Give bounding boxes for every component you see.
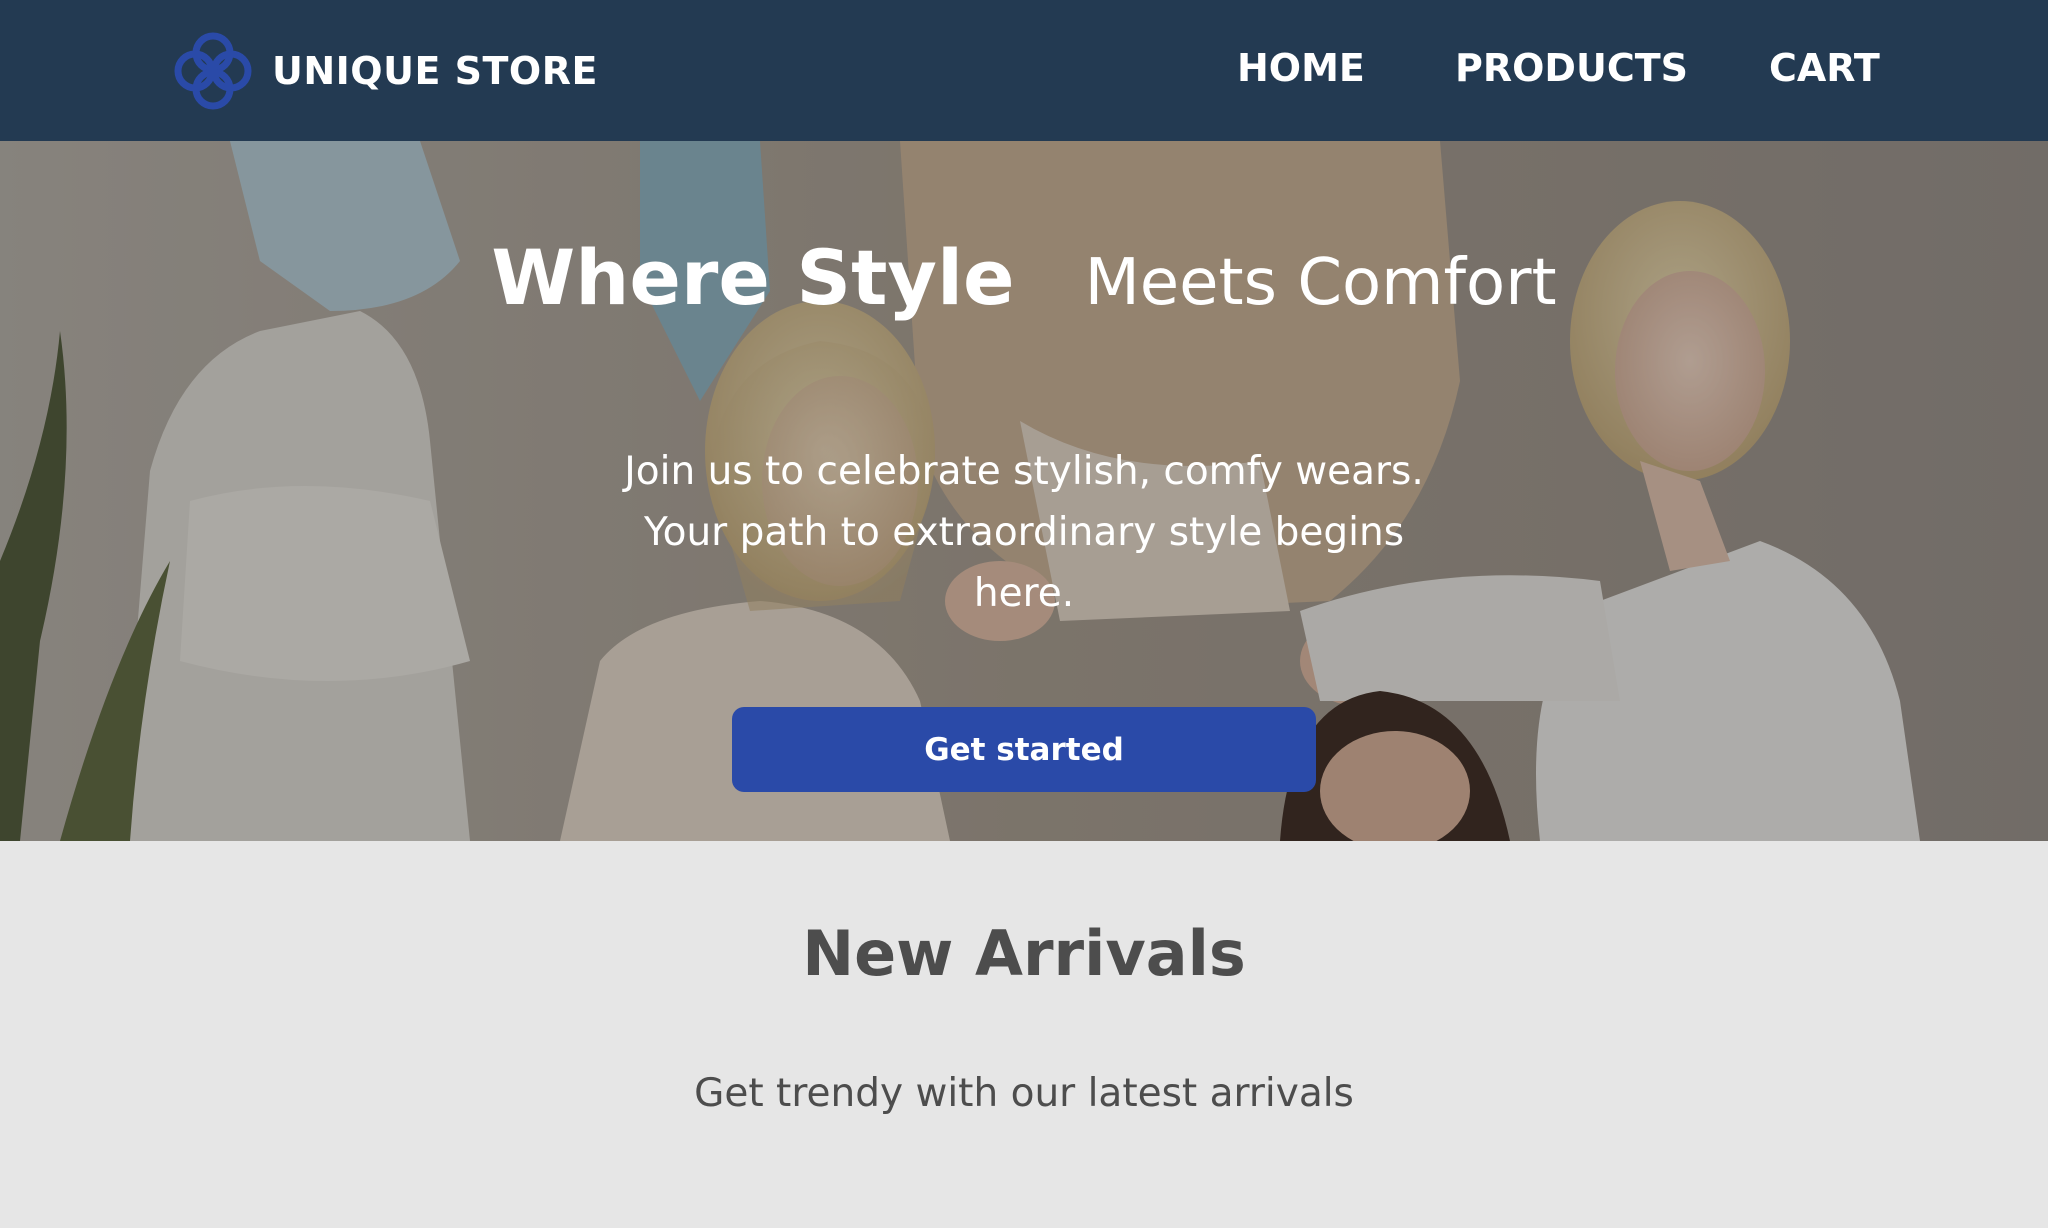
hero-subtitle: Join us to celebrate stylish, comfy wear… [624,449,1424,616]
hero-title: Where Style Meets Comfort [0,233,2048,322]
new-arrivals-subtitle: Get trendy with our latest arrivals [694,1071,1354,1116]
nav-home-link[interactable]: HOME [1237,46,1365,90]
hero-section: Where Style Meets Comfort Join us to cele… [0,141,2048,841]
nav-products-link[interactable]: PRODUCTS [1455,46,1688,90]
new-arrivals-section: New Arrivals Get trendy with our latest … [0,841,2048,1228]
hero-title-strong: Where Style [491,233,1015,322]
top-navbar: UNIQUE STORE HOME PRODUCTS CART [0,0,2048,141]
hero-title-light: Meets Comfort [1084,246,1557,320]
get-started-button[interactable]: Get started [732,707,1316,792]
new-arrivals-title: New Arrivals [802,917,1246,990]
nav-cart-link[interactable]: CART [1769,46,1880,90]
main-nav: HOME PRODUCTS CART [0,0,2048,141]
